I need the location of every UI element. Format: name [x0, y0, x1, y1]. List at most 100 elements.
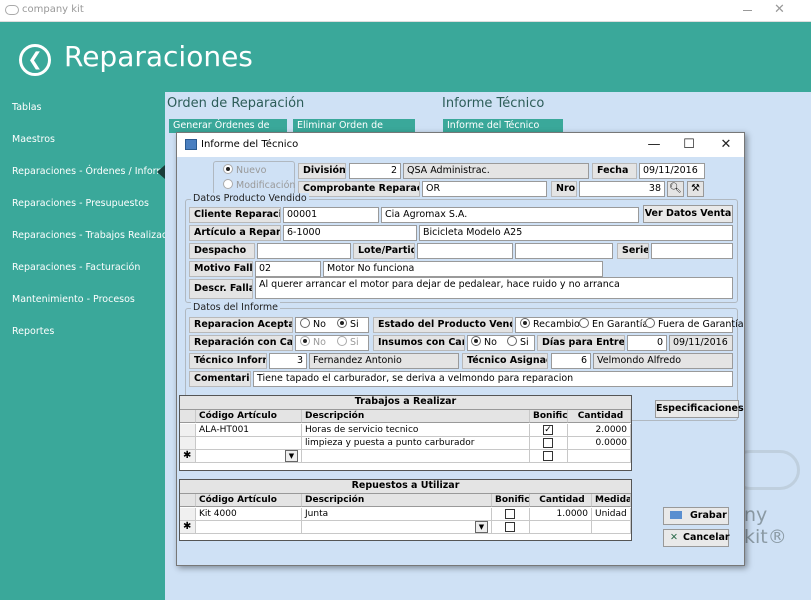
repuestos-new-cantidad[interactable] [530, 521, 592, 534]
cancelar-button[interactable]: ✕ Cancelar [663, 529, 730, 547]
new-row-marker: ✱ [180, 521, 196, 534]
repuestos-row-1-codigo[interactable]: Kit 4000 [196, 508, 302, 521]
trabajos-row-2-bonif-cell [530, 437, 568, 450]
trabajos-col-cantidad[interactable]: Cantidad [568, 410, 631, 423]
trabajos-row-2-bonif-checkbox[interactable] [543, 438, 553, 448]
grabar-button[interactable]: Grabar [663, 507, 729, 525]
trabajos-row-1-cantidad[interactable]: 2.0000 [568, 424, 631, 437]
dias-entrega-field[interactable]: 0 [627, 335, 667, 351]
row-header-cell [180, 494, 196, 507]
lote-extra-field[interactable] [515, 243, 613, 259]
dropdown-arrow-icon[interactable]: ▼ [285, 450, 298, 462]
trabajos-row-1-descripcion[interactable]: Horas de servicio tecnico [302, 424, 530, 437]
repuestos-col-bonific[interactable]: Bonific. [492, 494, 530, 507]
sidebar-item-presupuestos[interactable]: Reparaciones - Presupuestos [12, 198, 149, 209]
en-garantia-radio[interactable]: En Garantía [579, 318, 648, 332]
arrow-left-circle-icon[interactable]: ❮ [19, 44, 51, 76]
row-selector[interactable] [180, 508, 196, 521]
cancelar-label: Cancelar [682, 532, 730, 543]
car-icon[interactable]: ⚒ [687, 181, 704, 197]
insumos-si-radio[interactable]: Si [507, 336, 529, 350]
row-selector[interactable] [180, 424, 196, 437]
repuestos-col-cantidad[interactable]: Cantidad [530, 494, 592, 507]
comprobante-field[interactable]: OR [422, 181, 547, 197]
eliminar-orden-button[interactable]: Eliminar Orden de [293, 119, 415, 133]
tecnico-asignado-code-field[interactable]: 6 [551, 353, 591, 369]
insumos-no-radio[interactable]: No [471, 336, 497, 350]
recambio-radio[interactable]: Recambio [520, 318, 580, 332]
sidebar-item-tablas[interactable]: Tablas [12, 102, 42, 113]
repuestos-row-1-medida[interactable]: Unidad [592, 508, 631, 521]
repuestos-col-codigo[interactable]: Código Artículo [196, 494, 302, 507]
trabajos-row-1-codigo[interactable]: ALA-HT001 [196, 424, 302, 437]
division-code-field[interactable]: 2 [349, 163, 401, 179]
tecnico-informe-code-field[interactable]: 3 [269, 353, 307, 369]
trabajos-new-bonif-checkbox[interactable] [543, 451, 553, 461]
ver-datos-venta-button[interactable]: Ver Datos Venta [643, 205, 733, 223]
fecha-entrega-field: 09/11/2016 [669, 335, 733, 351]
aceptada-no-radio[interactable]: No [300, 318, 326, 332]
aceptada-si-radio[interactable]: Si [337, 318, 359, 332]
sidebar-item-reportes[interactable]: Reportes [12, 326, 54, 337]
sidebar-item-trabajos-realizados[interactable]: Reparaciones - Trabajos Realizados [12, 230, 179, 241]
trabajos-row-2-descripcion[interactable]: limpieza y puesta a punto carburador [302, 437, 530, 450]
trabajos-row-1-bonif-checkbox[interactable]: ✓ [543, 425, 553, 435]
descr-field[interactable]: Al querer arrancar el motor para dejar d… [255, 277, 733, 299]
articulo-code-field[interactable]: 6-1000 [283, 225, 417, 241]
motivo-code-field[interactable]: 02 [255, 261, 321, 277]
cliente-code-field[interactable]: 00001 [283, 207, 379, 223]
serie-field[interactable] [651, 243, 733, 259]
repuestos-new-bonif-checkbox[interactable] [505, 522, 515, 532]
repuestos-new-codigo[interactable] [196, 521, 302, 534]
repuestos-new-medida[interactable] [592, 521, 631, 534]
fuera-garantia-radio[interactable]: Fuera de Garantía [645, 318, 744, 332]
repuestos-row-1-bonif-checkbox[interactable] [505, 509, 515, 519]
despacho-field[interactable] [257, 243, 351, 259]
cliente-name-field: Cia Agromax S.A. [381, 207, 639, 223]
minimize-button[interactable] [743, 10, 752, 11]
nro-field[interactable]: 38 [579, 181, 665, 197]
dialog-titlebar: Informe del Técnico — ☐ ✕ [177, 133, 744, 157]
dialog-minimize-button[interactable]: — [639, 136, 669, 154]
fecha-label: Fecha [592, 163, 637, 179]
search-icon[interactable]: 🔍︎ [667, 181, 684, 197]
sidebar-item-ordenes-informe[interactable]: Reparaciones - Órdenes / Informe [12, 166, 172, 177]
fecha-field[interactable]: 09/11/2016 [639, 163, 705, 179]
aceptada-si-label: Si [350, 319, 359, 330]
radio-modificacion[interactable]: Modificación [223, 179, 295, 193]
trabajos-col-codigo[interactable]: Código Artículo [196, 410, 302, 423]
trabajos-grid-title: Trabajos a Realizar [180, 396, 631, 410]
close-button[interactable]: ✕ [774, 2, 785, 17]
repuestos-new-descripcion[interactable]: ▼ [302, 521, 492, 534]
trabajos-row-2-codigo[interactable] [196, 437, 302, 450]
dialog-maximize-button[interactable]: ☐ [674, 136, 704, 154]
trabajos-grid: Trabajos a Realizar Código Artículo Desc… [179, 395, 632, 471]
trabajos-new-descripcion[interactable] [302, 450, 530, 463]
radio-nuevo[interactable]: Nuevo [223, 164, 266, 178]
repuestos-col-descripcion[interactable]: Descripción [302, 494, 492, 507]
comentario-field[interactable]: Tiene tapado el carburador, se deriva a … [253, 371, 733, 387]
generar-ordenes-button[interactable]: Generar Órdenes de [169, 119, 287, 133]
reparacion-cargo-label: Reparación con Cargo [189, 335, 293, 351]
sidebar-item-facturacion[interactable]: Reparaciones - Facturación [12, 262, 140, 273]
trabajos-new-cantidad[interactable] [568, 450, 631, 463]
cargo-si-radio[interactable]: Si [337, 336, 359, 350]
lote-field[interactable] [417, 243, 513, 259]
comprobante-label: Comprobante Reparación [298, 181, 420, 197]
repuestos-col-medida[interactable]: Medida [592, 494, 631, 507]
trabajos-col-bonific[interactable]: Bonific. [530, 410, 568, 423]
sidebar-item-mantenimiento[interactable]: Mantenimiento - Procesos [12, 294, 135, 305]
especificaciones-button[interactable]: Especificaciones [655, 400, 744, 418]
trabajos-col-descripcion[interactable]: Descripción [302, 410, 530, 423]
repuestos-row-1-descripcion[interactable]: Junta [302, 508, 492, 521]
dialog-close-button[interactable]: ✕ [711, 136, 741, 154]
dropdown-arrow-icon[interactable]: ▼ [475, 521, 488, 533]
trabajos-new-codigo[interactable]: ▼ [196, 450, 302, 463]
trabajos-row-2-cantidad[interactable]: 0.0000 [568, 437, 631, 450]
sidebar-item-maestros[interactable]: Maestros [12, 134, 55, 145]
informe-tecnico-button[interactable]: Informe del Técnico [443, 119, 563, 133]
row-selector[interactable] [180, 437, 196, 450]
cargo-no-radio[interactable]: No [300, 336, 326, 350]
articulo-label: Artículo a Reparar [189, 225, 281, 241]
repuestos-row-1-cantidad[interactable]: 1.0000 [530, 508, 592, 521]
